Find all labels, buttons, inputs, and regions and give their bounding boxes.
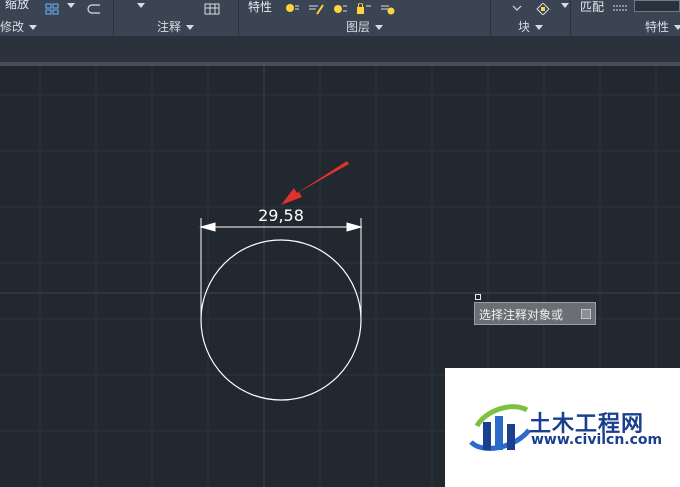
pickbox-cursor [475, 294, 481, 300]
panel-properties[interactable]: 特性 [645, 18, 680, 36]
ribbon-tools-row: 缩放 特性 匹配 [0, 0, 680, 17]
panel-block[interactable]: 块 [518, 18, 544, 36]
linetype-icon[interactable] [612, 0, 627, 12]
panel-modify-label: 修改 [0, 20, 25, 34]
panel-block-label: 块 [518, 20, 531, 34]
watermark-url: www.civilcn.com [531, 432, 663, 448]
annotation-arrow [281, 161, 349, 205]
match-properties-button[interactable]: 匹配 [580, 0, 604, 14]
offset-icon[interactable] [86, 0, 100, 14]
layer-freeze-icon[interactable] [332, 0, 347, 13]
insert-dropdown-icon[interactable] [510, 0, 524, 12]
file-tab-bar [0, 36, 680, 62]
annotation-dropdown-icon[interactable] [137, 3, 145, 8]
ribbon-panel-titles: 修改 注释 图层 块 特性 [0, 18, 680, 36]
block-editor-icon[interactable] [536, 0, 550, 16]
ribbon: 缩放 特性 匹配 修改 注释 图层 块 特性 [0, 0, 680, 36]
panel-divider [238, 0, 239, 36]
prompt-options-icon[interactable] [581, 309, 591, 319]
zoom-button[interactable]: 缩放 [5, 0, 29, 11]
command-prompt-text: 选择注释对象或 [479, 308, 564, 322]
layer-match-icon[interactable] [308, 0, 324, 15]
layer-properties-button[interactable]: 特性 [248, 0, 272, 14]
panel-layers-label: 图层 [346, 20, 371, 34]
panel-annotation[interactable]: 注释 [157, 18, 195, 36]
panel-properties-label: 特性 [645, 20, 670, 34]
panel-properties-expand-icon [674, 25, 680, 30]
panel-divider [570, 0, 571, 36]
block-dropdown-icon[interactable] [561, 3, 569, 8]
panel-divider [113, 0, 114, 36]
watermark: 土木工程网 www.civilcn.com [445, 368, 680, 487]
property-dropdown[interactable] [634, 0, 680, 12]
panel-annotation-label: 注释 [157, 20, 182, 34]
layer-lock-icon[interactable] [356, 0, 371, 14]
linear-dimension[interactable] [199, 218, 363, 320]
panel-layers[interactable]: 图层 [346, 18, 384, 36]
panel-block-expand-icon [535, 25, 544, 30]
panel-annotation-expand-icon [186, 25, 195, 30]
panel-layers-expand-icon [375, 25, 384, 30]
layer-on-icon[interactable] [284, 0, 299, 12]
table-icon[interactable] [204, 0, 220, 15]
panel-divider [490, 0, 491, 36]
dimension-arrow-right [346, 222, 363, 232]
array-icon[interactable] [45, 0, 59, 15]
layer-isolate-icon[interactable] [380, 0, 395, 15]
panel-modify[interactable]: 修改 [0, 18, 38, 36]
circle-object[interactable] [200, 239, 362, 401]
array-dropdown-icon[interactable] [67, 3, 75, 8]
panel-modify-expand-icon [29, 25, 38, 30]
dimension-text[interactable]: 29,58 [258, 206, 304, 225]
command-prompt-tooltip: 选择注释对象或 [474, 302, 596, 325]
